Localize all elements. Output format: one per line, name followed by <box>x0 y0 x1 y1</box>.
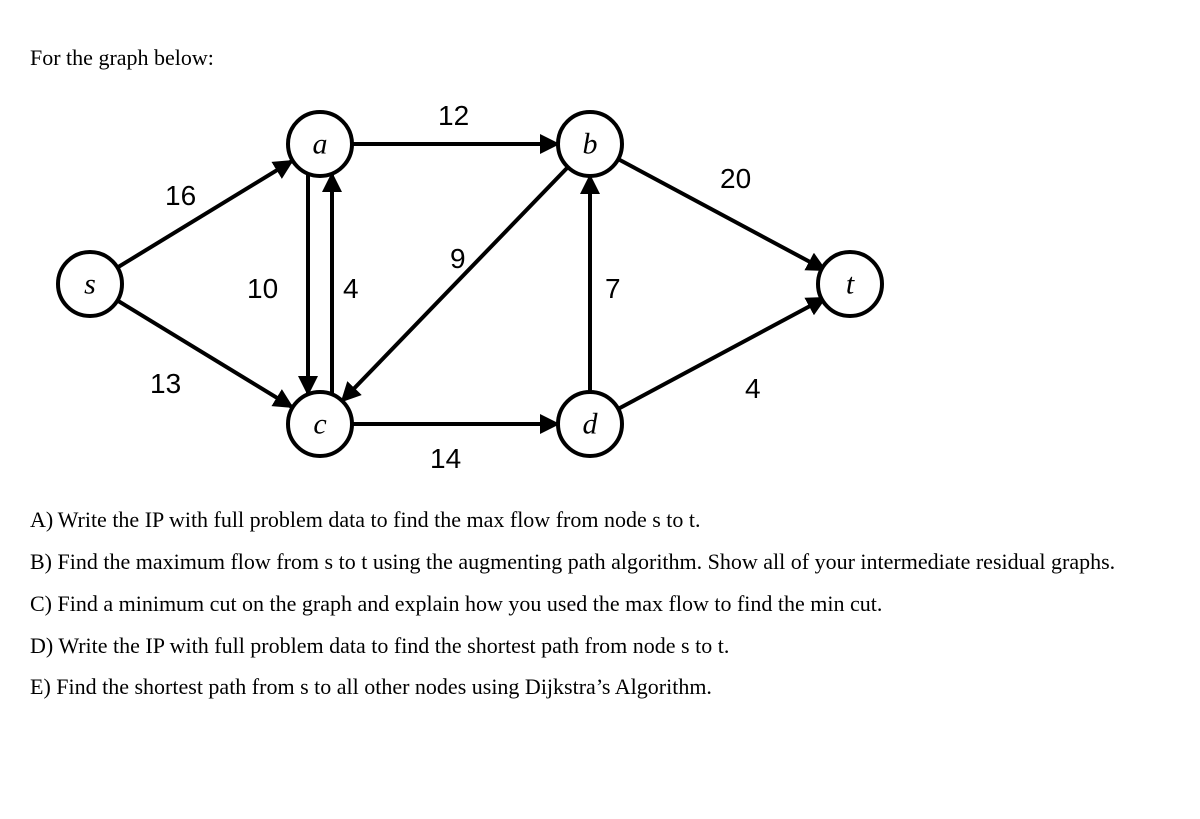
weight-d-t: 4 <box>745 369 761 410</box>
node-d-label: d <box>583 407 599 440</box>
node-s-label: s <box>84 267 96 300</box>
edge-s-c <box>115 299 292 407</box>
weight-a-b: 12 <box>438 96 469 137</box>
edge-b-c <box>342 167 568 401</box>
question-a: A) Write the IP with full problem data t… <box>30 504 1170 536</box>
graph-diagram: s a b c d t 16 13 12 10 4 9 14 7 20 4 <box>30 84 890 484</box>
intro-text: For the graph below: <box>30 42 1170 74</box>
weight-s-a: 16 <box>165 176 196 217</box>
node-c-label: c <box>313 407 326 440</box>
edge-s-a <box>115 161 292 269</box>
question-c: C) Find a minimum cut on the graph and e… <box>30 588 1170 620</box>
weight-c-d: 14 <box>430 439 461 480</box>
node-a-label: a <box>313 127 328 160</box>
question-list: A) Write the IP with full problem data t… <box>30 504 1170 703</box>
weight-a-c: 10 <box>247 269 278 310</box>
node-t-label: t <box>846 267 855 300</box>
weight-d-b: 7 <box>605 269 621 310</box>
node-d: d <box>558 392 622 456</box>
node-b: b <box>558 112 622 176</box>
weight-s-c: 13 <box>150 364 181 405</box>
question-d: D) Write the IP with full problem data t… <box>30 630 1170 662</box>
node-s: s <box>58 252 122 316</box>
weight-c-a: 4 <box>343 269 359 310</box>
node-t: t <box>818 252 882 316</box>
question-e: E) Find the shortest path from s to all … <box>30 671 1170 703</box>
weight-b-t: 20 <box>720 159 751 200</box>
node-c: c <box>288 392 352 456</box>
question-b: B) Find the maximum flow from s to t usi… <box>30 546 1170 578</box>
weight-b-c: 9 <box>450 239 466 280</box>
node-a: a <box>288 112 352 176</box>
edge-d-t <box>618 298 825 409</box>
node-b-label: b <box>583 127 598 160</box>
